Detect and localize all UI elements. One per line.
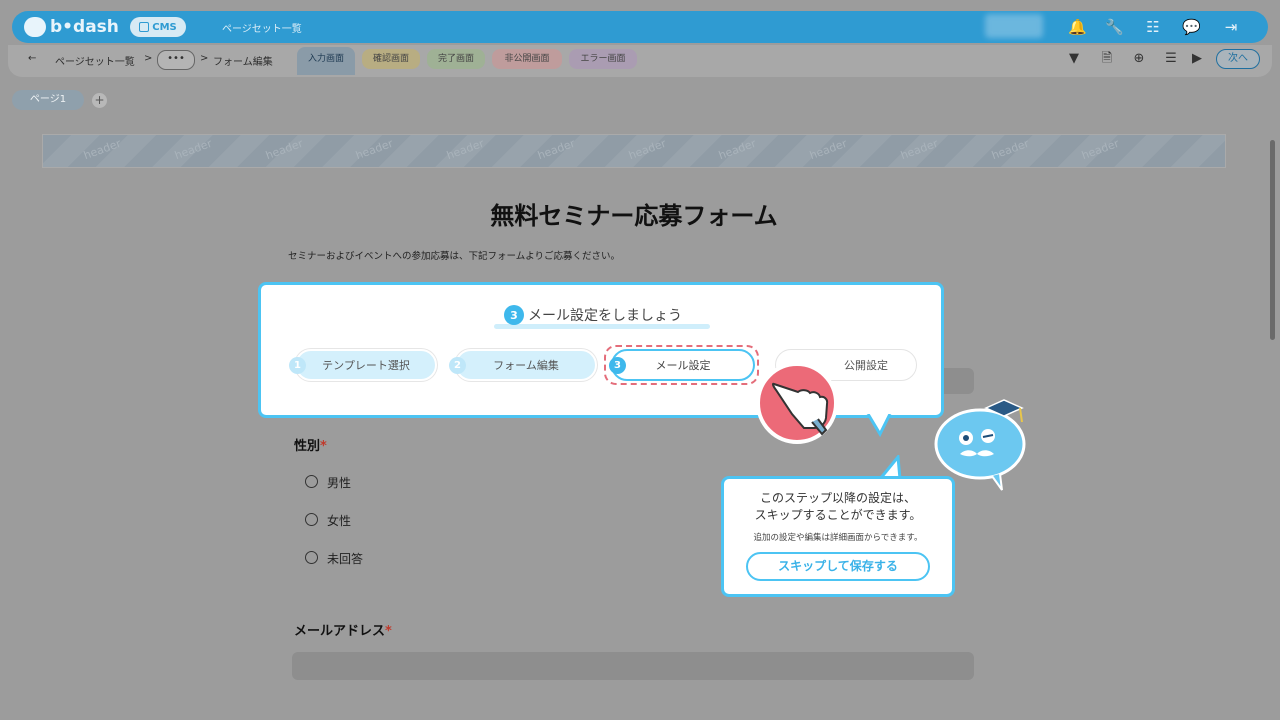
header-watermark: header xyxy=(172,136,214,163)
header-watermark: header xyxy=(263,136,305,163)
beginner-mark-icon[interactable]: ▼ xyxy=(1066,51,1082,67)
header-watermark: header xyxy=(626,136,668,163)
form-description: セミナーおよびイベントへの参加応募は、下記フォームよりご応募ください。 xyxy=(288,251,621,262)
logo-text: b•dash xyxy=(50,17,119,37)
breadcrumb-separator: > xyxy=(200,53,209,64)
guide-title: 3 メール設定をしましょう xyxy=(504,304,682,326)
tab-complete[interactable]: 完了画面 xyxy=(427,49,485,69)
option-no-answer-label: 未回答 xyxy=(327,552,364,566)
tab-confirm[interactable]: 確認画面 xyxy=(362,49,420,69)
user-name-blurred xyxy=(985,14,1043,38)
email-input[interactable] xyxy=(292,652,974,680)
cms-label: CMS xyxy=(152,21,177,33)
option-male-label: 男性 xyxy=(327,476,352,490)
radio-female[interactable] xyxy=(305,513,318,526)
tab-error[interactable]: エラー画面 xyxy=(569,49,637,69)
wrench-icon[interactable]: 🔧 xyxy=(1105,18,1124,36)
header-watermark: header xyxy=(445,136,486,163)
logout-icon[interactable]: ⇥ xyxy=(1222,18,1240,36)
header-watermark: header xyxy=(717,136,759,163)
sub-toolbar xyxy=(8,45,1272,77)
logo-bubble-icon xyxy=(24,17,46,37)
breadcrumb-separator: > xyxy=(144,53,153,64)
grid-icon[interactable]: ☷ xyxy=(1144,18,1162,36)
header-block[interactable]: header header header header header heade… xyxy=(42,134,1226,168)
header-watermark: header xyxy=(535,136,577,163)
option-female-label: 女性 xyxy=(327,514,352,528)
tooltip-line-1: このステップ以降の設定は、 xyxy=(759,491,916,505)
cms-badge[interactable]: CMS xyxy=(130,17,186,37)
tab-input[interactable]: 入力画面 xyxy=(297,47,355,75)
step-mail-settings[interactable]: メール設定 xyxy=(611,349,755,381)
next-button[interactable]: 次へ xyxy=(1216,49,1260,69)
tooltip-line-2: スキップすることができます。 xyxy=(754,508,922,522)
nav-title[interactable]: ページセット一覧 xyxy=(222,20,302,35)
header-watermark: header xyxy=(81,136,123,163)
cms-icon xyxy=(139,22,150,32)
email-label: メールアドレス* xyxy=(294,624,392,639)
guide-step-number: 3 xyxy=(504,305,524,325)
header-watermark: header xyxy=(898,136,940,163)
header-watermark: header xyxy=(989,136,1031,163)
required-mark: * xyxy=(320,439,327,454)
guide-title-text: メール設定をしましょう xyxy=(528,308,682,324)
tooltip-note: 追加の設定や編集は詳細画面からできます。 xyxy=(753,533,923,543)
list-settings-icon[interactable]: ☰ xyxy=(1163,51,1179,67)
breadcrumb-pageset-list[interactable]: ページセット一覧 xyxy=(55,53,135,68)
header-watermark: header xyxy=(354,136,396,163)
page-tab-1[interactable]: ページ1 xyxy=(12,90,84,110)
scrollbar[interactable] xyxy=(1270,140,1275,340)
step-form-edit[interactable]: フォーム編集 xyxy=(455,349,597,381)
required-mark: * xyxy=(385,624,392,639)
skip-and-save-button[interactable]: スキップして保存する xyxy=(746,552,930,581)
radio-male[interactable] xyxy=(305,475,318,488)
app-logo[interactable]: b•dash xyxy=(24,14,119,40)
header-watermark: header xyxy=(1080,136,1122,163)
add-page-button[interactable]: + xyxy=(92,93,107,108)
step-3-number: 3 xyxy=(609,357,626,374)
play-icon[interactable]: ▶ xyxy=(1189,51,1205,67)
form-title: 無料セミナー応募フォーム xyxy=(490,202,778,230)
radio-no-answer[interactable] xyxy=(305,551,318,564)
step-1-number: 1 xyxy=(289,357,306,374)
back-arrow-icon[interactable]: ← xyxy=(28,53,36,64)
html-file-icon[interactable]: 🗎 xyxy=(1099,51,1115,67)
step-template-select[interactable]: テンプレート選択 xyxy=(295,349,437,381)
tab-private[interactable]: 非公開画面 xyxy=(492,49,562,69)
bell-icon[interactable]: 🔔 xyxy=(1068,18,1087,36)
speech-tail-icon xyxy=(866,414,892,438)
breadcrumb-more-button[interactable]: ••• xyxy=(157,50,195,70)
header-watermark: header xyxy=(808,136,849,163)
breadcrumb-current: フォーム編集 xyxy=(213,57,273,68)
mascot-cloud-icon xyxy=(934,399,1026,491)
step-2-number: 2 xyxy=(449,357,466,374)
pointing-hand-icon xyxy=(756,362,838,444)
chat-icon[interactable]: 💬 xyxy=(1182,18,1201,36)
add-circle-icon[interactable]: ⊕ xyxy=(1131,51,1147,67)
gender-label: 性別* xyxy=(294,439,327,454)
